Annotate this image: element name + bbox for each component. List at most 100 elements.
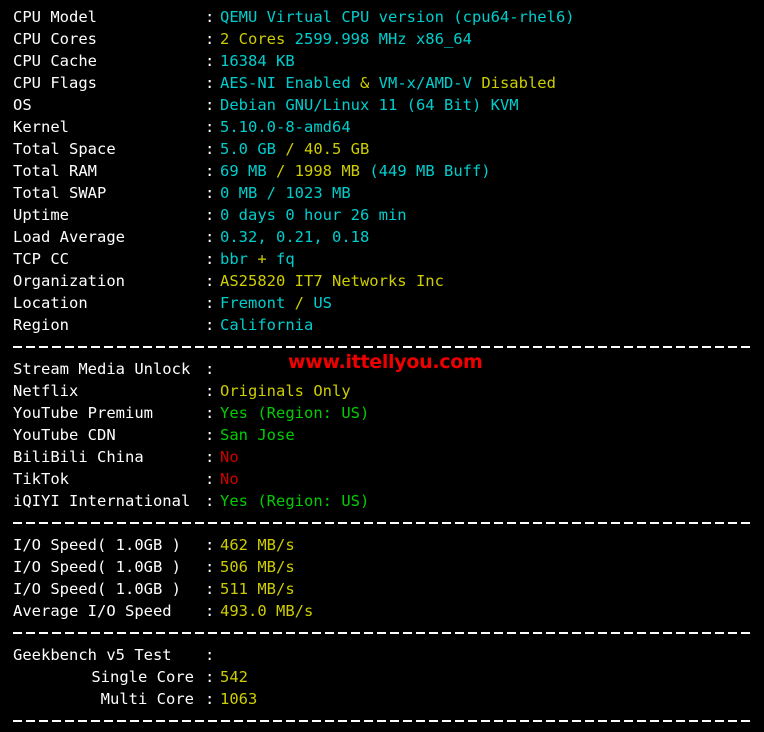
value-segment: 511 MB/s bbox=[220, 580, 295, 598]
info-row-label: I/O Speed( 1.0GB ) bbox=[13, 558, 181, 576]
info-row-value: 0 MB / 1023 MB bbox=[220, 182, 351, 204]
value-segment: / 1998 MB bbox=[276, 162, 370, 180]
info-row-label: YouTube CDN bbox=[13, 426, 116, 444]
info-row-value: AS25820 IT7 Networks Inc bbox=[220, 270, 444, 292]
info-row-value: 506 MB/s bbox=[220, 556, 295, 578]
info-row-label: Region bbox=[13, 316, 69, 334]
info-row: Location: Fremont / US bbox=[0, 292, 764, 314]
info-row-colon: : bbox=[205, 426, 215, 444]
value-segment: & bbox=[359, 74, 379, 92]
value-segment: AES-NI Enabled bbox=[220, 74, 360, 92]
info-row: YouTube CDN: San Jose bbox=[0, 424, 764, 446]
info-row-value: QEMU Virtual CPU version (cpu64-rhel6) bbox=[220, 6, 575, 28]
info-row-colon: : bbox=[205, 316, 215, 334]
info-row-colon: : bbox=[205, 272, 215, 290]
info-row-value: 1063 bbox=[220, 688, 257, 710]
info-row-colon: : bbox=[205, 8, 215, 26]
info-row-value: California bbox=[220, 314, 313, 336]
value-segment: Yes (Region: US) bbox=[220, 492, 370, 510]
info-row-colon: : bbox=[205, 668, 215, 686]
value-segment: 16384 KB bbox=[220, 52, 295, 70]
info-row-colon: : bbox=[205, 184, 215, 202]
info-row-colon: : bbox=[205, 448, 215, 466]
value-segment: Disabled bbox=[481, 74, 556, 92]
value-segment: No bbox=[220, 470, 239, 488]
info-row-colon: : bbox=[205, 492, 215, 510]
info-row: YouTube Premium: Yes (Region: US) bbox=[0, 402, 764, 424]
info-row-label: Netflix bbox=[13, 382, 79, 400]
info-row-value: 2 Cores 2599.998 MHz x86_64 bbox=[220, 28, 472, 50]
info-row-colon: : bbox=[205, 162, 215, 180]
info-row-label: CPU Cores bbox=[13, 30, 97, 48]
info-row: Total RAM:69 MB / 1998 MB (449 MB Buff) bbox=[0, 160, 764, 182]
value-segment: Yes (Region: US) bbox=[220, 404, 370, 422]
info-row-label: I/O Speed( 1.0GB ) bbox=[13, 536, 181, 554]
info-row-colon: : bbox=[205, 580, 215, 598]
info-row-label: Kernel bbox=[13, 118, 69, 136]
value-segment: San Jose bbox=[220, 426, 295, 444]
system-info-section: CPU Model: QEMU Virtual CPU version (cpu6… bbox=[0, 6, 764, 336]
info-row-label: Multi Core bbox=[100, 690, 194, 708]
info-row-colon: : bbox=[205, 52, 215, 70]
info-row-label: YouTube Premium bbox=[13, 404, 153, 422]
value-segment: / 40.5 GB bbox=[285, 140, 370, 158]
info-row-value: 69 MB / 1998 MB (449 MB Buff) bbox=[220, 160, 491, 182]
info-row-label: Total RAM bbox=[13, 162, 97, 180]
info-row-label: iQIYI International bbox=[13, 492, 191, 510]
info-row-label: OS bbox=[13, 96, 32, 114]
info-row-label: Stream Media Unlock bbox=[13, 360, 191, 378]
info-row-label: BiliBili China bbox=[13, 448, 144, 466]
info-row-colon: : bbox=[205, 294, 215, 312]
value-segment: VM-x/AMD-V bbox=[378, 74, 482, 92]
value-segment: + bbox=[257, 250, 276, 268]
info-row-colon: : bbox=[205, 96, 215, 114]
info-row-value: 5.0 GB / 40.5 GB bbox=[220, 138, 369, 160]
info-row-value: bbr + fq bbox=[220, 248, 295, 270]
value-segment: 69 MB bbox=[220, 162, 276, 180]
info-row-colon: : bbox=[205, 118, 215, 136]
info-row-label: CPU Flags bbox=[13, 74, 97, 92]
info-row: Average I/O Speed:493.0 MB/s bbox=[0, 600, 764, 622]
value-segment: Fremont bbox=[220, 294, 295, 312]
info-row: CPU Flags: AES-NI Enabled & VM-x/AMD-V Di… bbox=[0, 72, 764, 94]
info-row: I/O Speed( 1.0GB ):511 MB/s bbox=[0, 578, 764, 600]
info-row-colon: : bbox=[205, 360, 215, 378]
separator-rule bbox=[13, 522, 750, 524]
value-segment: 5.10.0-8-amd64 bbox=[220, 118, 351, 136]
info-row-colon: : bbox=[205, 30, 215, 48]
info-row-label: TikTok bbox=[13, 470, 69, 488]
value-segment: fq bbox=[276, 250, 295, 268]
value-segment: (449 MB Buff) bbox=[369, 162, 491, 180]
info-row-value: Fremont / US bbox=[220, 292, 332, 314]
info-row-value: 5.10.0-8-amd64 bbox=[220, 116, 351, 138]
info-row-label: CPU Cache bbox=[13, 52, 97, 70]
info-row: TikTok: No bbox=[0, 468, 764, 490]
info-row: Geekbench v5 Test: bbox=[0, 644, 764, 666]
separator-rule bbox=[13, 720, 750, 722]
info-row: iQIYI International: Yes (Region: US) bbox=[0, 490, 764, 512]
value-segment: / bbox=[294, 294, 314, 312]
info-row: Total Space:5.0 GB / 40.5 GB bbox=[0, 138, 764, 160]
info-row-value: Originals Only bbox=[220, 380, 351, 402]
info-row-value: Yes (Region: US) bbox=[220, 402, 369, 424]
info-row-colon: : bbox=[205, 404, 215, 422]
value-segment: 5.0 GB bbox=[220, 140, 286, 158]
info-row-colon: : bbox=[205, 250, 215, 268]
info-row-colon: : bbox=[205, 382, 215, 400]
info-row-colon: : bbox=[205, 140, 215, 158]
value-segment: 542 bbox=[220, 668, 248, 686]
value-segment: 1063 bbox=[220, 690, 258, 708]
info-row-label: Location bbox=[13, 294, 88, 312]
info-row-label: Average I/O Speed bbox=[13, 602, 172, 620]
info-row-value: 511 MB/s bbox=[220, 578, 295, 600]
value-segment: AS25820 IT7 Networks Inc bbox=[220, 272, 444, 290]
separator-rule bbox=[13, 346, 750, 348]
info-row-label: Total SWAP bbox=[13, 184, 107, 202]
info-row: CPU Model: QEMU Virtual CPU version (cpu6… bbox=[0, 6, 764, 28]
info-row: Kernel:5.10.0-8-amd64 bbox=[0, 116, 764, 138]
info-row-label: CPU Model bbox=[13, 8, 97, 26]
value-segment: No bbox=[220, 448, 239, 466]
stream-media-section: Stream Media Unlock: Netflix: Originals On… bbox=[0, 358, 764, 512]
info-row: TCP CC: bbr + fq bbox=[0, 248, 764, 270]
value-segment: California bbox=[220, 316, 314, 334]
